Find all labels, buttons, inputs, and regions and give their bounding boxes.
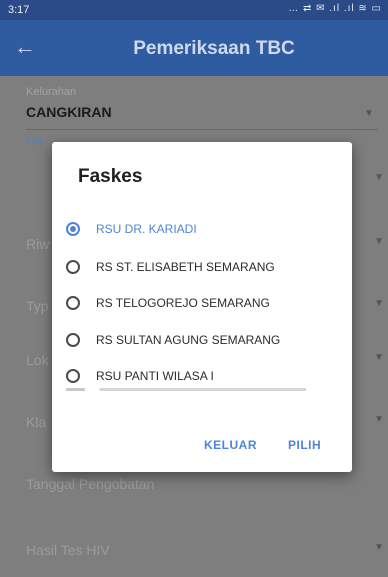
pilih-button[interactable]: PILIH [288,438,321,452]
tanggal-pengobatan-field[interactable]: Tanggal Pengobatan [26,476,154,492]
dialog-title: Faskes [78,166,143,187]
option-label: RSU DR. KARIADI [96,222,197,236]
radio-selected-icon[interactable] [66,222,80,236]
status-bar: 3:17 … ⇄ ✉ .ıl .ıl ≋ ▭ [0,0,388,20]
kelurahan-value: CANGKIRAN [26,104,112,120]
chevron-down-icon: ▼ [364,108,374,119]
radio-unselected-icon[interactable] [66,296,80,310]
riwayat-chevron-down-icon[interactable]: ▼ [374,236,384,247]
lokasi-chevron-down-icon[interactable]: ▼ [374,352,384,363]
faskes-field-label: Fas [26,136,43,147]
kelurahan-label: Kelurahan [26,86,77,98]
option-rs-st-elisabeth[interactable]: RS ST. ELISABETH SEMARANG [66,252,342,282]
field-underline [26,129,378,130]
clipped-next-option [52,380,352,394]
type-field-label: Typ [26,298,49,314]
radio-unselected-icon[interactable] [66,260,80,274]
option-rs-telogorejo[interactable]: RS TELOGOREJO SEMARANG [66,288,342,318]
page-title: Pemeriksaan TBC [133,38,295,59]
option-rs-sultan-agung[interactable]: RS SULTAN AGUNG SEMARANG [66,325,342,355]
status-time: 3:17 [8,4,30,16]
app-bar: ← Pemeriksaan TBC [0,20,388,76]
klasifikasi-chevron-down-icon[interactable]: ▼ [374,414,384,425]
hiv-chevron-down-icon[interactable]: ▼ [374,542,384,553]
lokasi-field-label: Lok [26,352,49,368]
keluar-button[interactable]: KELUAR [204,438,257,452]
option-label: RS ST. ELISABETH SEMARANG [96,260,275,274]
riwayat-field-label: Riw [26,236,50,252]
radio-unselected-icon[interactable] [66,333,80,347]
option-label: RS SULTAN AGUNG SEMARANG [96,333,281,347]
klasifikasi-field-label: Kla [26,414,47,430]
type-chevron-down-icon[interactable]: ▼ [374,298,384,309]
option-label: RS TELOGOREJO SEMARANG [96,296,270,310]
hasil-tes-hiv-field[interactable]: Hasil Tes HIV [26,542,110,558]
kelurahan-field[interactable]: Kelurahan CANGKIRAN ▼ [26,86,378,130]
status-icons: … ⇄ ✉ .ıl .ıl ≋ ▭ [288,3,382,14]
faskes-chevron-down-icon[interactable]: ▼ [374,172,384,183]
option-rsu-dr-kariadi[interactable]: RSU DR. KARIADI [66,214,342,244]
faskes-dialog: Faskes RSU DR. KARIADI RS ST. ELISABETH … [52,142,352,472]
